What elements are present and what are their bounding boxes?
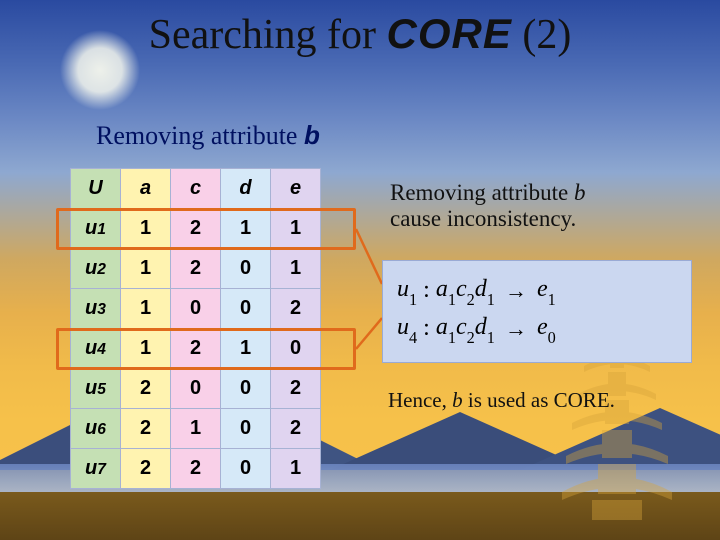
cell-c: 2 xyxy=(171,329,221,369)
cell-c: 1 xyxy=(171,409,221,449)
explain-text: Removing attribute b cause inconsistency… xyxy=(390,180,700,232)
title-prefix: Searching for xyxy=(149,12,387,58)
subtitle-attr: b xyxy=(304,120,320,150)
cell-d: 1 xyxy=(221,209,271,249)
cell-e: 2 xyxy=(271,289,321,329)
bg-ground xyxy=(0,492,720,540)
cell-d: 0 xyxy=(221,409,271,449)
slide-stage: Searching for CORE (2) Removing attribut… xyxy=(0,0,720,540)
row-label: u3 xyxy=(71,289,121,329)
cell-d: 1 xyxy=(221,329,271,369)
cell-a: 2 xyxy=(121,449,171,489)
explain-line2: cause inconsistency. xyxy=(390,206,576,231)
cell-e: 1 xyxy=(271,209,321,249)
col-e: e xyxy=(271,169,321,209)
explain-line1: Removing attribute xyxy=(390,180,574,205)
cell-e: 2 xyxy=(271,369,321,409)
title-suffix: (2) xyxy=(512,12,571,58)
slide-title: Searching for CORE (2) xyxy=(0,10,720,59)
slide-subtitle: Removing attribute b xyxy=(96,120,320,151)
cell-a: 1 xyxy=(121,289,171,329)
table-row: u62102 xyxy=(71,409,321,449)
hence-suffix: is used as CORE. xyxy=(463,388,615,412)
table-row: u52002 xyxy=(71,369,321,409)
cell-d: 0 xyxy=(221,449,271,489)
row-label: u7 xyxy=(71,449,121,489)
col-a: a xyxy=(121,169,171,209)
row-label: u6 xyxy=(71,409,121,449)
cell-a: 2 xyxy=(121,409,171,449)
hence-prefix: Hence, xyxy=(388,388,452,412)
cell-e: 1 xyxy=(271,449,321,489)
title-core: CORE xyxy=(387,10,512,57)
table-row: u11211 xyxy=(71,209,321,249)
col-c: c xyxy=(171,169,221,209)
rules-box: u1:a1c2d1→e1u4:a1c2d1→e0 xyxy=(382,260,692,363)
subtitle-prefix: Removing attribute xyxy=(96,121,304,150)
table-row: u31002 xyxy=(71,289,321,329)
cell-a: 1 xyxy=(121,329,171,369)
table-header-row: U a c d e xyxy=(71,169,321,209)
hence-text: Hence, b is used as CORE. xyxy=(388,388,708,413)
cell-c: 2 xyxy=(171,449,221,489)
row-label: u5 xyxy=(71,369,121,409)
hence-attr: b xyxy=(452,388,463,412)
cell-c: 2 xyxy=(171,209,221,249)
cell-c: 0 xyxy=(171,369,221,409)
cell-e: 2 xyxy=(271,409,321,449)
cell-c: 0 xyxy=(171,289,221,329)
cell-e: 1 xyxy=(271,249,321,289)
explain-attr: b xyxy=(574,180,586,205)
cell-c: 2 xyxy=(171,249,221,289)
rule-row: u4:a1c2d1→e0 xyxy=(397,309,677,347)
rule-row: u1:a1c2d1→e1 xyxy=(397,271,677,309)
cell-e: 0 xyxy=(271,329,321,369)
cell-a: 1 xyxy=(121,249,171,289)
decision-table: U a c d e u11211u21201u31002u41210u52002… xyxy=(70,168,321,489)
table-row: u72201 xyxy=(71,449,321,489)
cell-a: 1 xyxy=(121,209,171,249)
row-label: u1 xyxy=(71,209,121,249)
row-label: u2 xyxy=(71,249,121,289)
cell-d: 0 xyxy=(221,289,271,329)
cell-d: 0 xyxy=(221,369,271,409)
row-label: u4 xyxy=(71,329,121,369)
col-U: U xyxy=(71,169,121,209)
table-row: u41210 xyxy=(71,329,321,369)
cell-d: 0 xyxy=(221,249,271,289)
table-row: u21201 xyxy=(71,249,321,289)
col-d: d xyxy=(221,169,271,209)
cell-a: 2 xyxy=(121,369,171,409)
